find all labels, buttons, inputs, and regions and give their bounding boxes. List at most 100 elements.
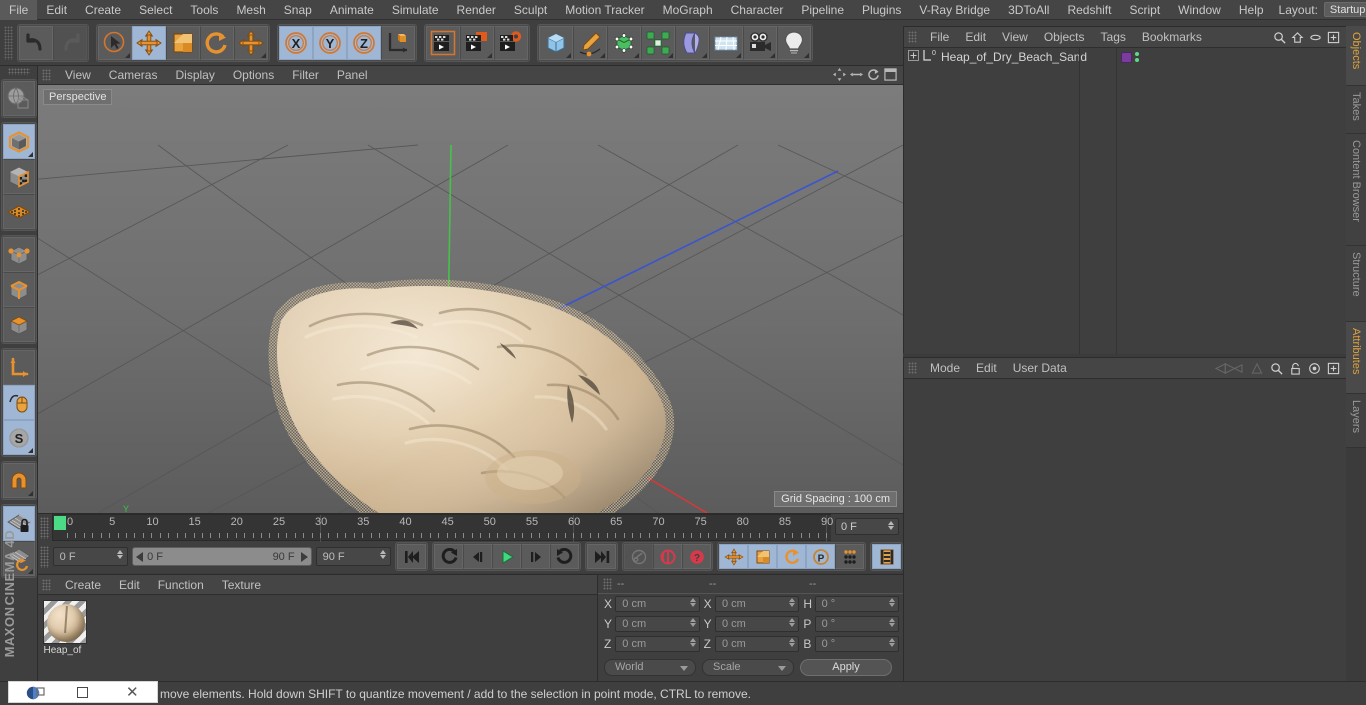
ellipse-icon[interactable] (1309, 31, 1322, 44)
range-left-arrow-icon[interactable] (136, 551, 144, 562)
key-param-icon[interactable]: P (806, 544, 836, 569)
menu-item-mograph[interactable]: MoGraph (654, 0, 722, 20)
material-menu-grip[interactable] (42, 578, 51, 591)
coord-field-position[interactable]: 0 cm (615, 636, 700, 652)
keyframe-selection-icon[interactable]: ? (682, 544, 712, 569)
vertical-tab-attributes[interactable]: Attributes (1346, 322, 1366, 394)
menu-item-animate[interactable]: Animate (321, 0, 383, 20)
axis-modify-icon[interactable] (2, 350, 35, 385)
toolbar-grip[interactable] (4, 25, 13, 60)
material-item[interactable]: Heap_of (42, 600, 88, 656)
mograph-cloner-icon[interactable] (641, 25, 675, 60)
menu-item-file[interactable]: File (0, 0, 38, 20)
spinner-icon[interactable] (888, 521, 894, 530)
environment-floor-icon[interactable] (709, 25, 743, 60)
vertical-tab-takes[interactable]: Takes (1346, 86, 1366, 134)
polygon-grid-icon[interactable] (2, 194, 35, 229)
vertical-tab-objects[interactable]: Objects (1346, 26, 1366, 86)
spinner-icon[interactable] (889, 638, 896, 647)
menu-item-snap[interactable]: Snap (275, 0, 321, 20)
controls-grip[interactable] (40, 545, 49, 568)
spinner-icon[interactable] (789, 598, 796, 607)
home-icon[interactable] (1291, 31, 1304, 44)
live-selection-icon[interactable] (98, 25, 132, 60)
render-settings-icon[interactable] (494, 25, 528, 60)
menu-item-help[interactable]: Help (1230, 0, 1273, 20)
timeline-range-slider[interactable]: 0 F 90 F (132, 547, 312, 566)
spinner-icon[interactable] (789, 638, 796, 647)
step-forward-icon[interactable] (521, 544, 551, 569)
redo-icon[interactable] (53, 25, 87, 60)
plus-expand-icon[interactable] (908, 50, 919, 64)
material-sphere-icon[interactable] (43, 600, 87, 644)
menu-item-script[interactable]: Script (1120, 0, 1169, 20)
menu-item-plugins[interactable]: Plugins (853, 0, 910, 20)
magnet-icon[interactable] (2, 463, 35, 498)
viewport-zoom-icon[interactable] (850, 68, 863, 81)
spinner-icon[interactable] (117, 550, 124, 559)
go-to-start-icon[interactable] (397, 544, 427, 569)
attribute-menu-item-mode[interactable]: Mode (922, 358, 968, 379)
menu-item-v-ray-bridge[interactable]: V-Ray Bridge (910, 0, 999, 20)
search-icon[interactable] (1270, 362, 1283, 375)
coord-field-rotation[interactable]: 0 ° (814, 636, 900, 652)
attribute-menu-item-edit[interactable]: Edit (968, 358, 1005, 379)
timeline-strip-icon[interactable] (872, 544, 902, 569)
loop-icon[interactable] (550, 544, 580, 569)
generator-icon[interactable] (607, 25, 641, 60)
attribute-menu-grip[interactable] (908, 362, 917, 374)
viewport-menu-item-filter[interactable]: Filter (283, 66, 328, 85)
viewport-menu-grip[interactable] (42, 69, 51, 81)
viewport-menu-item-options[interactable]: Options (224, 66, 283, 85)
left-toolbar-grip[interactable] (7, 68, 30, 75)
range-right-arrow-icon[interactable] (300, 551, 308, 562)
vertical-tab-layers[interactable]: Layers (1346, 394, 1366, 448)
viewport-menu-item-display[interactable]: Display (166, 66, 223, 85)
menu-item-3dtoall[interactable]: 3DToAll (999, 0, 1058, 20)
menu-item-window[interactable]: Window (1169, 0, 1230, 20)
key-scale-icon[interactable] (748, 544, 778, 569)
material-menu-item-create[interactable]: Create (56, 575, 110, 595)
step-back-icon[interactable] (463, 544, 493, 569)
rotate-icon[interactable] (200, 25, 234, 60)
end-frame-input[interactable]: 90 F (315, 547, 392, 566)
coordinate-mode-dropdown[interactable]: Scale (702, 658, 794, 676)
object-menu-item-tags[interactable]: Tags (1093, 27, 1134, 48)
coord-field-size[interactable]: 0 cm (714, 636, 800, 652)
soft-selection-icon[interactable]: S (2, 420, 35, 455)
apply-button[interactable]: Apply (800, 658, 892, 676)
object-menu-item-bookmarks[interactable]: Bookmarks (1134, 27, 1210, 48)
menu-item-sculpt[interactable]: Sculpt (505, 0, 556, 20)
light-icon[interactable] (777, 25, 811, 60)
target-icon[interactable] (1308, 362, 1321, 375)
object-menu-grip[interactable] (908, 31, 917, 43)
object-menu-item-file[interactable]: File (922, 27, 957, 48)
menu-item-select[interactable]: Select (130, 0, 181, 20)
object-menu-item-objects[interactable]: Objects (1036, 27, 1093, 48)
go-to-end-icon[interactable] (587, 544, 617, 569)
timeline-playhead[interactable] (54, 516, 66, 530)
cube-primitive-icon[interactable] (539, 25, 573, 60)
deformer-bend-icon[interactable] (675, 25, 709, 60)
attribute-menu-item-user-data[interactable]: User Data (1005, 358, 1075, 379)
axis-x-icon[interactable]: X (279, 25, 313, 60)
search-icon[interactable] (1273, 31, 1286, 44)
coord-field-size[interactable]: 0 cm (714, 616, 800, 632)
scale-icon[interactable] (166, 25, 200, 60)
coord-field-rotation[interactable]: 0 ° (814, 596, 900, 612)
material-list[interactable]: Heap_of (38, 595, 597, 656)
model-mode-icon[interactable] (2, 124, 35, 159)
object-menu-item-edit[interactable]: Edit (957, 27, 994, 48)
spline-pen-icon[interactable] (573, 25, 607, 60)
camera-icon[interactable] (743, 25, 777, 60)
viewport-menu-item-panel[interactable]: Panel (328, 66, 377, 85)
key-position-icon[interactable] (719, 544, 749, 569)
current-frame-input[interactable]: 0 F (52, 547, 129, 566)
coordinates-grip[interactable] (603, 578, 612, 590)
material-tag-icon[interactable] (1121, 51, 1133, 63)
viewport-maximize-icon[interactable] (884, 68, 897, 81)
spinner-icon[interactable] (789, 618, 796, 627)
nav-back-icon[interactable] (1214, 362, 1244, 375)
material-menu-item-texture[interactable]: Texture (213, 575, 270, 595)
axis-y-icon[interactable]: Y (313, 25, 347, 60)
